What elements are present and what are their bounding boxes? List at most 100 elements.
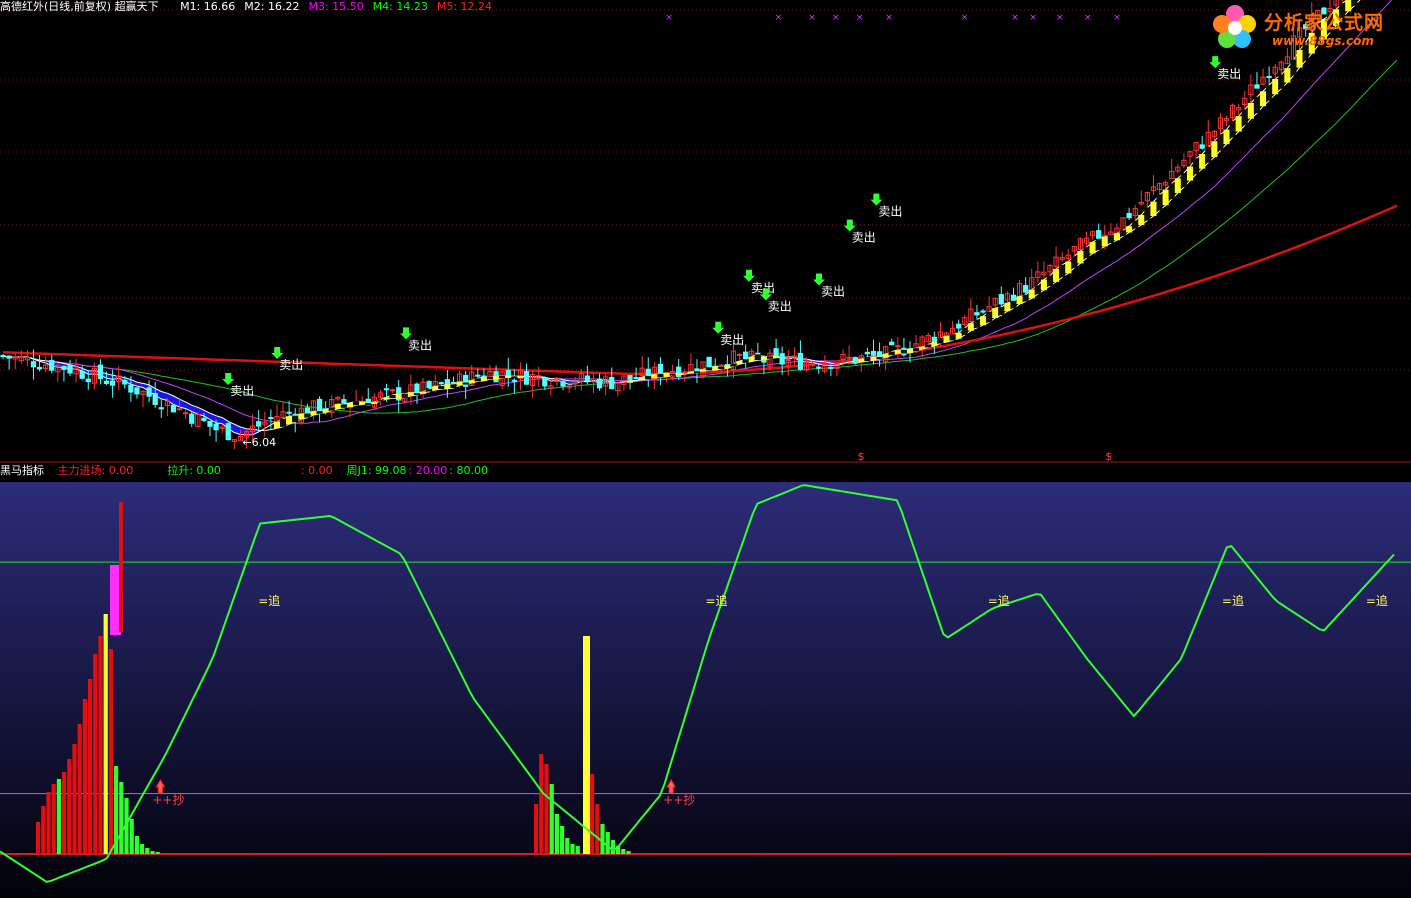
band-segment [1010,300,1017,309]
band-segment [1113,233,1120,241]
band-segment [493,375,500,380]
candle-body [523,371,530,385]
band-segment [1144,207,1151,221]
candle-body [225,423,231,441]
band-segment [626,380,634,383]
band-segment [505,375,512,378]
band-segment [1193,158,1200,175]
indicator-bar [575,846,580,854]
candle-body [706,356,712,368]
band-segment [462,382,469,385]
candle-body [207,420,213,427]
indicator-legend-item: : 0.00 [300,464,333,477]
band-segment [1046,275,1054,287]
candle-body [931,336,937,343]
band-segment [1168,183,1175,200]
band-segment [992,308,999,318]
candle-body [1126,212,1132,219]
indicator-bar [560,826,565,854]
band-segment [310,411,317,416]
indicator-bar [77,724,82,854]
x-marker-icon: × [1113,13,1121,23]
band-segment [1089,242,1096,254]
band-segment [420,391,427,394]
candle-body [876,351,883,358]
candle-body [511,379,517,382]
chao-label: ++抄 [152,793,184,807]
x-marker-icon: × [1084,13,1092,23]
band-segment [1095,238,1102,251]
indicator-bar [67,759,72,854]
candle-body [414,383,420,396]
site-logo[interactable]: 分析家公式网 www.88gs.com [1210,2,1405,56]
band-segment [736,361,743,365]
band-segment [894,349,901,354]
candle-body [1199,144,1205,149]
sell-label: 卖出 [821,284,845,298]
indicator-bar [129,819,134,854]
band-segment [1132,220,1139,229]
band-segment [1126,226,1133,233]
candle-body [6,355,12,359]
indicator-legend: 主力进场: 0.00 拉升: 0.00: 0.00 周J1: 99.08: 20.0… [48,464,488,477]
indicator-bar [108,649,113,854]
indicator-bar [600,824,605,854]
chao-label: ++抄 [663,793,695,807]
band-segment [882,353,889,358]
band-segment [675,373,682,376]
band-segment [334,403,341,409]
band-segment [1053,268,1060,282]
candle-body [627,375,633,380]
candle-body [584,375,591,382]
x-marker-icon: × [961,13,969,23]
indicator-bar [51,784,56,854]
yellow-bar [583,636,590,854]
candle-body [779,353,785,365]
sell-label: 卖出 [230,384,254,398]
candle-body [79,370,85,379]
candle-body [609,376,615,390]
x-marker-icon: × [885,13,893,23]
indicator-bar [103,614,108,854]
candle-body [974,312,980,316]
band-segment [1065,261,1072,274]
band-segment [980,316,987,326]
indicator-bar [134,836,139,854]
band-segment [754,354,761,361]
indicator-legend-item: : 20.00 [408,464,448,477]
x-marker-icon: × [856,13,864,23]
band-segment [712,366,719,371]
band-segment [888,351,895,356]
band-segment [876,357,883,360]
band-segment [1284,68,1291,83]
band-segment [955,332,962,339]
indicator-bar [595,804,600,854]
candle-body [980,310,986,313]
band-segment [1150,201,1157,217]
band-segment [444,384,451,389]
band-segment [1229,121,1236,138]
indicator-bar [119,782,124,854]
band-segment [316,411,323,414]
x-marker-icon: × [832,13,840,23]
candle-body [846,356,852,359]
x-marker-icon: × [1056,13,1064,23]
band-segment [1241,109,1248,126]
band-segment [1083,247,1090,259]
band-segment [292,415,299,423]
indicator-bar [570,844,575,854]
band-segment [383,397,390,400]
band-segment [1235,116,1242,132]
candle-body [1254,84,1260,89]
zhui-label: =追 [1366,593,1388,608]
stock-chart: 卖出卖出卖出 卖出卖出卖出卖出卖出卖出卖出 × × × × × × × × × × × × $ $ ←6.… [0,0,1411,898]
band-segment [973,319,980,328]
indicator-bar [554,814,559,854]
band-segment [943,335,950,343]
band-segment [773,355,780,358]
candle-body [889,341,895,346]
band-segment [724,365,731,369]
band-segment [517,375,524,378]
x-marker-icon: × [775,13,783,23]
band-segment [353,401,360,406]
